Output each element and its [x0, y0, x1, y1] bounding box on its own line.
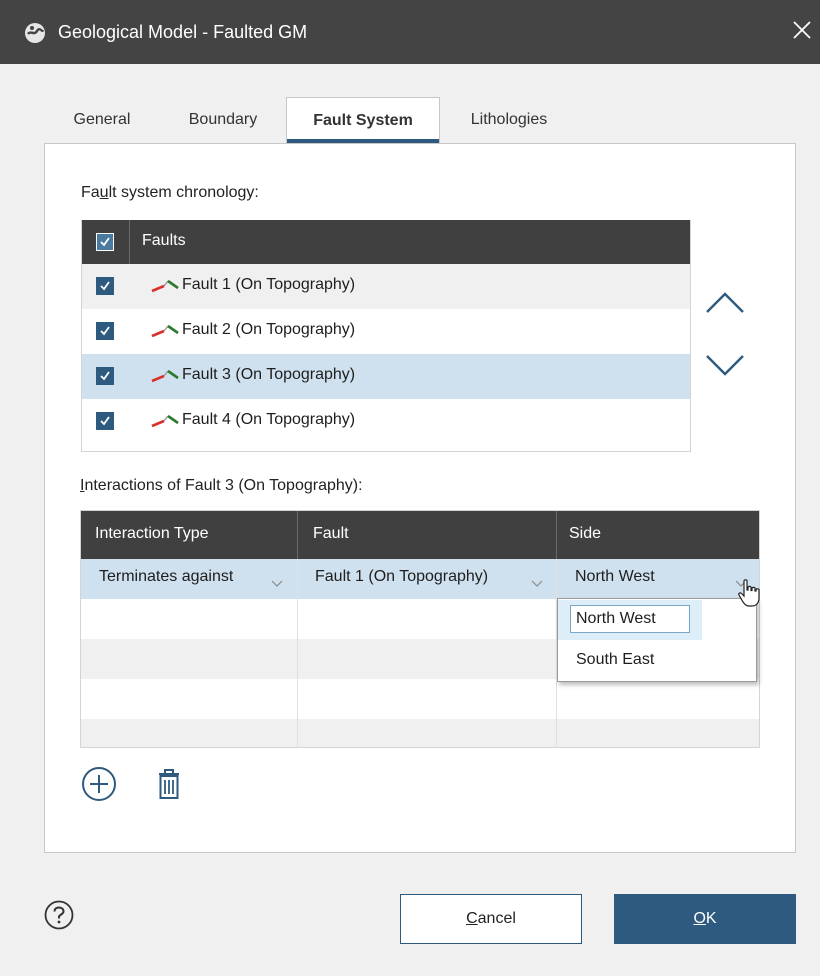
- select-all-checkbox[interactable]: [96, 233, 114, 251]
- mouse-cursor-icon: [737, 578, 761, 608]
- fault-checkbox[interactable]: [96, 322, 114, 340]
- table-row: [81, 679, 759, 719]
- window-title: Geological Model - Faulted GM: [58, 22, 308, 42]
- tab-general[interactable]: General: [52, 97, 152, 143]
- ok-button[interactable]: OK: [614, 894, 796, 944]
- add-circle-icon[interactable]: [81, 766, 117, 802]
- fault-row[interactable]: Fault 1 (On Topography): [82, 264, 690, 309]
- interaction-side-value[interactable]: North West: [575, 568, 655, 586]
- tab-boundary[interactable]: Boundary: [164, 97, 282, 143]
- fault-label: Fault 4 (On Topography): [182, 411, 356, 428]
- fault-icon: [150, 367, 180, 385]
- interaction-row-selected[interactable]: Terminates against Fault 1 (On Topograph…: [81, 559, 759, 599]
- fault-label: Fault 3 (On Topography): [182, 366, 356, 383]
- dropdown-option-north-west[interactable]: North West: [558, 600, 702, 640]
- chronology-label: Fault system chronology:: [81, 184, 259, 201]
- fault-system-panel: Fault system chronology: Faults Fault 1 …: [44, 143, 796, 853]
- title-bar: Geological Model - Faulted GM: [0, 0, 820, 64]
- tab-lithologies[interactable]: Lithologies: [444, 97, 574, 143]
- fault-icon: [150, 277, 180, 295]
- interaction-type-value[interactable]: Terminates against: [99, 568, 233, 586]
- close-icon[interactable]: [790, 18, 814, 42]
- fault-row-selected[interactable]: Fault 3 (On Topography): [82, 354, 690, 399]
- cancel-button[interactable]: Cancel: [400, 894, 582, 944]
- fault-row[interactable]: Fault 2 (On Topography): [82, 309, 690, 354]
- chevron-down-icon[interactable]: [705, 350, 745, 380]
- fault-icon: [150, 412, 180, 430]
- fault-label: Fault 1 (On Topography): [182, 276, 356, 293]
- fault-checkbox[interactable]: [96, 367, 114, 385]
- column-header-fault: Fault: [313, 525, 349, 542]
- interaction-fault-value[interactable]: Fault 1 (On Topography): [315, 568, 488, 586]
- tab-fault-system[interactable]: Fault System: [286, 97, 440, 143]
- faults-column-header: Faults: [142, 232, 186, 249]
- column-header-interaction-type: Interaction Type: [95, 525, 209, 542]
- chevron-down-icon[interactable]: [531, 575, 543, 587]
- column-header-side: Side: [569, 525, 602, 542]
- fault-chronology-grid: Faults Fault 1 (On Topography) Fault 2 (…: [81, 220, 691, 452]
- fault-checkbox[interactable]: [96, 277, 114, 295]
- help-icon[interactable]: [44, 900, 74, 930]
- fault-label: Fault 2 (On Topography): [182, 321, 356, 338]
- trash-icon[interactable]: [151, 766, 187, 802]
- chevron-down-icon[interactable]: [271, 575, 283, 587]
- side-dropdown-list: North West South East: [557, 598, 757, 682]
- fault-icon: [150, 322, 180, 340]
- geological-model-icon: [24, 22, 46, 44]
- grid-header: Faults: [82, 220, 690, 264]
- table-row: [81, 719, 759, 747]
- grid-header: Interaction Type Fault Side: [81, 511, 759, 559]
- interactions-label: Interactions of Fault 3 (On Topography):: [80, 477, 363, 494]
- fault-row[interactable]: Fault 4 (On Topography): [82, 399, 690, 444]
- fault-checkbox[interactable]: [96, 412, 114, 430]
- dropdown-option-south-east[interactable]: South East: [558, 641, 756, 681]
- chevron-up-icon[interactable]: [705, 286, 745, 316]
